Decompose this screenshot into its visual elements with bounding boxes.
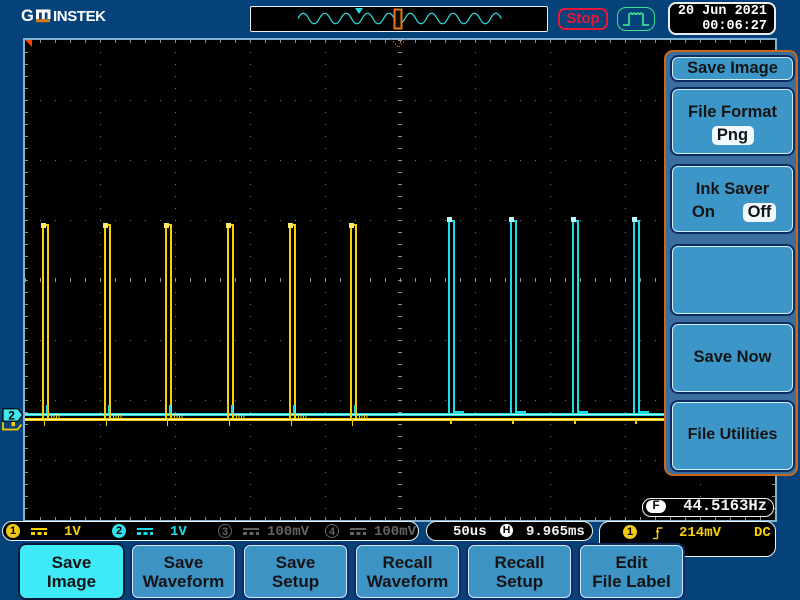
svg-text:G: G [21,7,34,25]
svg-text:INSTEK: INSTEK [53,8,106,25]
svg-text:2: 2 [8,409,15,423]
